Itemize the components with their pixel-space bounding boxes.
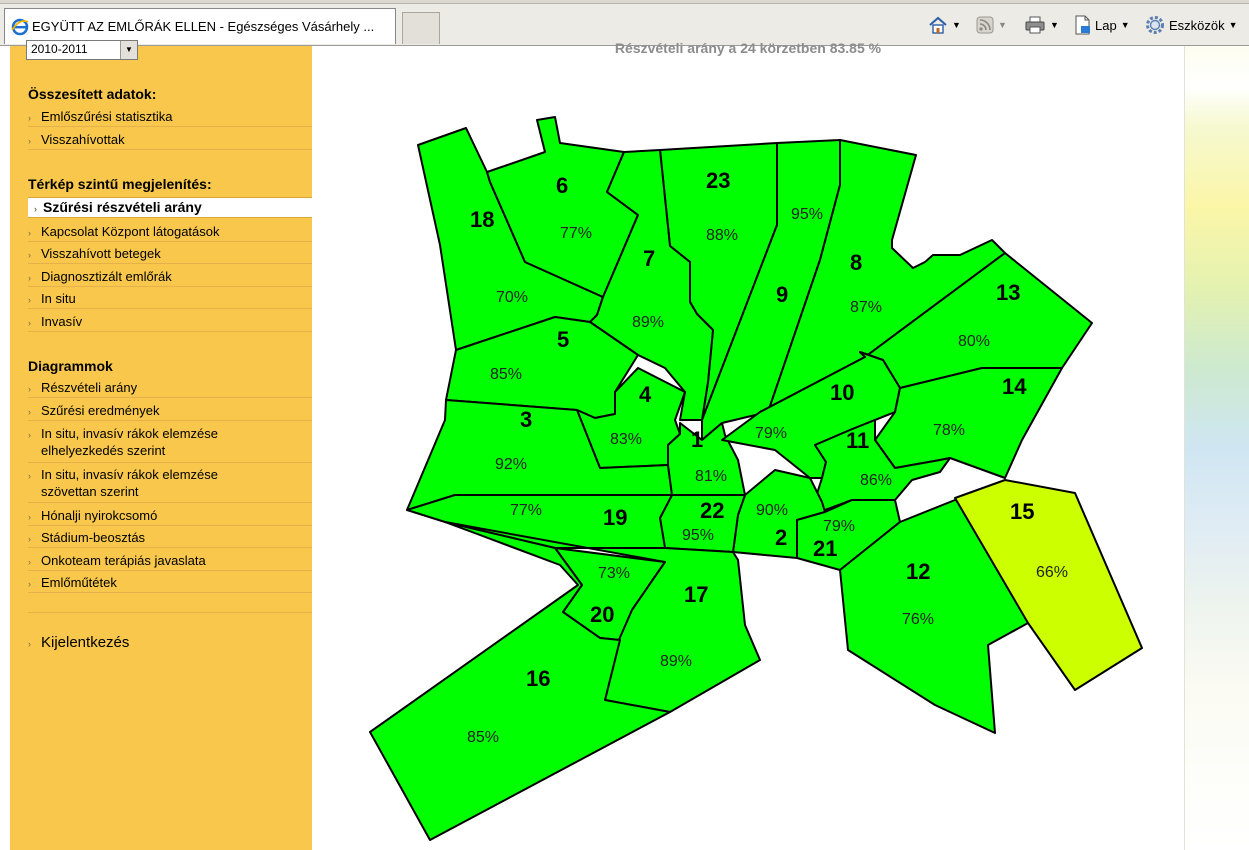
district-17-percent: 89% [660,653,692,670]
district-5-percent: 85% [490,366,522,383]
district-22-number: 22 [700,498,724,523]
district-21-percent: 79% [823,518,855,535]
district-9-number: 9 [776,282,788,307]
district-3-percent: 92% [495,456,527,473]
district-10-number: 10 [830,380,854,405]
district-8-number: 8 [850,250,862,275]
district-6-percent: 77% [560,225,592,242]
district-19-number: 19 [603,505,627,530]
district-1-percent: 81% [695,468,727,485]
district-8-percent: 87% [850,299,882,316]
district-13-number: 13 [996,280,1020,305]
district-11-number: 11 [846,428,869,453]
district-11-percent: 86% [860,472,892,489]
district-13-percent: 80% [958,333,990,350]
district-15-percent: 66% [1036,564,1068,581]
district-19-percent: 77% [510,502,542,519]
district-14-percent: 78% [933,422,965,439]
district-20-number: 20 [590,602,614,627]
district-23-percent: 88% [706,227,738,244]
district-12-number: 12 [906,559,930,584]
district-1-number: 1 [691,427,703,452]
district-4-number: 4 [639,382,652,407]
district-18-percent: 70% [496,289,528,306]
district-7-number: 7 [643,246,655,271]
district-17-number: 17 [684,582,708,607]
district-18-number: 18 [470,207,494,232]
district-9-percent: 95% [791,206,823,223]
district-16-number: 16 [526,666,550,691]
district-14-number: 14 [1002,374,1027,399]
district-12-percent: 76% [902,611,934,628]
district-23-number: 23 [706,168,730,193]
district-3-number: 3 [520,407,532,432]
right-decorative-panel [1184,46,1249,850]
district-6-number: 6 [556,173,568,198]
district-20-percent: 73% [598,565,630,582]
district-5-number: 5 [557,327,569,352]
district-2-percent: 90% [756,502,788,519]
district-10-percent: 79% [755,425,787,442]
district-22-percent: 95% [682,527,714,544]
district-2-number: 2 [775,525,787,550]
district-7-percent: 89% [632,314,664,331]
district-21-number: 21 [813,536,837,561]
district-16-percent: 85% [467,729,499,746]
district-map: 18 70% 6 77% 7 89% 23 88% 95% 9 8 87% 13… [369,116,1143,841]
district-15-number: 15 [1010,499,1034,524]
district-4-percent: 83% [610,431,642,448]
